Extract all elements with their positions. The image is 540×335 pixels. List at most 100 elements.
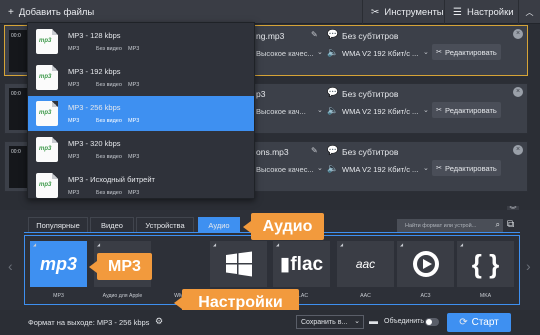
callout-audio: Аудио: [243, 213, 324, 240]
format-card-mp3[interactable]: ◢ mp3: [30, 241, 87, 287]
chevron-down-icon[interactable]: ⌄: [317, 48, 323, 56]
rename-icon[interactable]: ✎: [311, 30, 318, 39]
preset-video: Без видео: [96, 190, 122, 196]
settings-button[interactable]: ☰ Настройки: [444, 0, 522, 24]
subtitles-select[interactable]: Без субтитров: [342, 31, 398, 41]
preset-title: MP3 - 192 kbps: [68, 67, 121, 76]
preset-video: Без видео: [96, 82, 122, 88]
close-icon[interactable]: ×: [513, 145, 523, 155]
format-card-mka[interactable]: ◢ { }: [457, 241, 514, 287]
scissors-icon: ✂: [436, 49, 443, 56]
device-detect-icon[interactable]: ⧉: [507, 219, 514, 230]
refresh-icon: ⟳: [459, 317, 468, 328]
preset-item[interactable]: mp3 MP3 - Исходный битрейт MP3 Без видео…: [28, 168, 254, 203]
merge-toggle[interactable]: [425, 318, 439, 326]
scissors-icon: ✂: [436, 107, 443, 114]
audio-track-select[interactable]: WMA V2 192 Кбит/с ...: [342, 107, 418, 116]
audio-track-select[interactable]: WMA V2 192 Кбит/с ...: [342, 49, 418, 58]
preset-codec: MP3: [128, 190, 140, 196]
chevron-down-icon: ⌄: [354, 318, 360, 325]
close-icon[interactable]: ×: [513, 29, 523, 39]
settings-label: Настройки: [466, 6, 514, 18]
preset-item[interactable]: mp3 MP3 - 128 kbps MP3 Без видео MP3: [28, 24, 254, 59]
scissors-icon: ✂: [436, 165, 443, 172]
edit-button[interactable]: ✂ Редактировать: [432, 44, 501, 60]
subtitles-select[interactable]: Без субтитров: [342, 89, 398, 99]
windows-icon: [210, 241, 267, 287]
tools-label: Инструменты: [384, 6, 444, 18]
callout-mp3: MP3: [89, 253, 152, 280]
plus-icon: +: [8, 6, 14, 18]
chevron-right-icon[interactable]: ›: [526, 258, 531, 274]
format-card-ac3[interactable]: ◢: [397, 241, 454, 287]
preset-title: MP3 - Исходный битрейт: [68, 175, 155, 184]
tab-audio[interactable]: Аудио: [198, 217, 240, 233]
preset-item[interactable]: mp3 MP3 - 192 kbps MP3 Без видео MP3: [28, 60, 254, 95]
quality-label: Высокое качес...: [256, 165, 314, 174]
format-card-aac[interactable]: ◢ aac: [337, 241, 394, 287]
preset-item[interactable]: mp3 MP3 - 320 kbps MP3 Без видео MP3: [28, 132, 254, 167]
format-search-input[interactable]: Найти формат или устрой... ⌕: [397, 219, 503, 232]
audio-track-select[interactable]: WMA V2 192 Кбит/с ...: [342, 165, 418, 174]
preset-title: MP3 - 320 kbps: [68, 139, 121, 148]
chevron-down-icon[interactable]: ⌄: [423, 48, 429, 56]
format-label: AC3: [420, 293, 431, 299]
rename-icon[interactable]: ✎: [311, 146, 318, 155]
quality-label: Высокое кач...: [256, 107, 306, 116]
mp3-file-icon: mp3: [36, 137, 58, 162]
preset-dropdown: mp3 MP3 - 128 kbps MP3 Без видео MP3 mp3…: [27, 22, 255, 199]
preset-codec: MP3: [128, 46, 140, 52]
format-card-wma[interactable]: ◢: [210, 241, 267, 287]
preset-item-selected[interactable]: mp3 MP3 - 256 kbps MP3 Без видео MP3: [28, 96, 254, 131]
format-label: AAC: [360, 293, 371, 299]
mp3-file-icon: mp3: [36, 65, 58, 90]
chevron-down-icon[interactable]: ⌄: [317, 106, 323, 114]
start-button[interactable]: ⟳ Старт: [447, 313, 511, 332]
toolbar: + Добавить файлы ✂ Инструменты ☰ Настрой…: [0, 0, 540, 24]
tools-icon: ✂: [371, 6, 380, 18]
subtitles-icon: 💬: [327, 29, 339, 39]
edit-button[interactable]: ✂ Редактировать: [432, 160, 501, 176]
chevron-down-icon[interactable]: ⌄: [423, 164, 429, 172]
add-files-button[interactable]: + Добавить файлы: [0, 0, 102, 24]
preset-title: MP3 - 128 kbps: [68, 31, 121, 40]
save-location-select[interactable]: Сохранить в... ⌄: [296, 315, 364, 329]
close-icon[interactable]: ×: [513, 87, 523, 97]
chevron-down-icon[interactable]: ⌄: [423, 106, 429, 114]
chevron-down-icon[interactable]: ⌄: [317, 164, 323, 172]
mp3-icon: mp3: [39, 253, 77, 274]
format-label: MKA: [479, 293, 492, 299]
gear-icon[interactable]: ⚙: [155, 316, 163, 327]
ac3-icon: [397, 241, 454, 287]
output-format-label: Формат на выходе: MP3 - 256 kbps: [28, 318, 150, 327]
preset-title: MP3 - 256 kbps: [68, 103, 121, 112]
add-files-label: Добавить файлы: [18, 6, 95, 18]
preset-format: MP3: [68, 118, 80, 124]
flac-icon: ▮flac: [279, 253, 324, 275]
format-label: MP3: [53, 293, 64, 299]
chevron-up-icon: ︿: [525, 7, 534, 17]
tab-video[interactable]: Видео: [90, 217, 134, 233]
tab-devices[interactable]: Устройства: [136, 217, 194, 233]
collapse-button[interactable]: ︿: [518, 0, 540, 24]
format-card-flac[interactable]: ◢ ▮flac: [273, 241, 330, 287]
edit-button[interactable]: ✂ Редактировать: [432, 102, 501, 118]
subtitles-select[interactable]: Без субтитров: [342, 147, 398, 157]
mka-icon: { }: [471, 248, 500, 279]
merge-label: Объединить: [384, 318, 424, 325]
preset-video: Без видео: [96, 46, 122, 52]
preset-video: Без видео: [96, 154, 122, 160]
subtitles-icon: 💬: [327, 145, 339, 155]
audio-track-icon: 🔈: [327, 47, 339, 57]
chevron-left-icon[interactable]: ‹: [8, 258, 13, 274]
preset-codec: MP3: [128, 82, 140, 88]
settings-icon: ☰: [453, 6, 462, 18]
mp3-file-icon: mp3: [36, 29, 58, 54]
subtitles-icon: 💬: [327, 87, 339, 97]
tools-button[interactable]: ✂ Инструменты: [362, 0, 452, 24]
mp3-file-icon: mp3: [36, 173, 58, 198]
tab-popular[interactable]: Популярные: [28, 217, 88, 233]
folder-icon[interactable]: ▬: [369, 316, 378, 326]
preset-format: MP3: [68, 82, 80, 88]
preset-format: MP3: [68, 154, 80, 160]
